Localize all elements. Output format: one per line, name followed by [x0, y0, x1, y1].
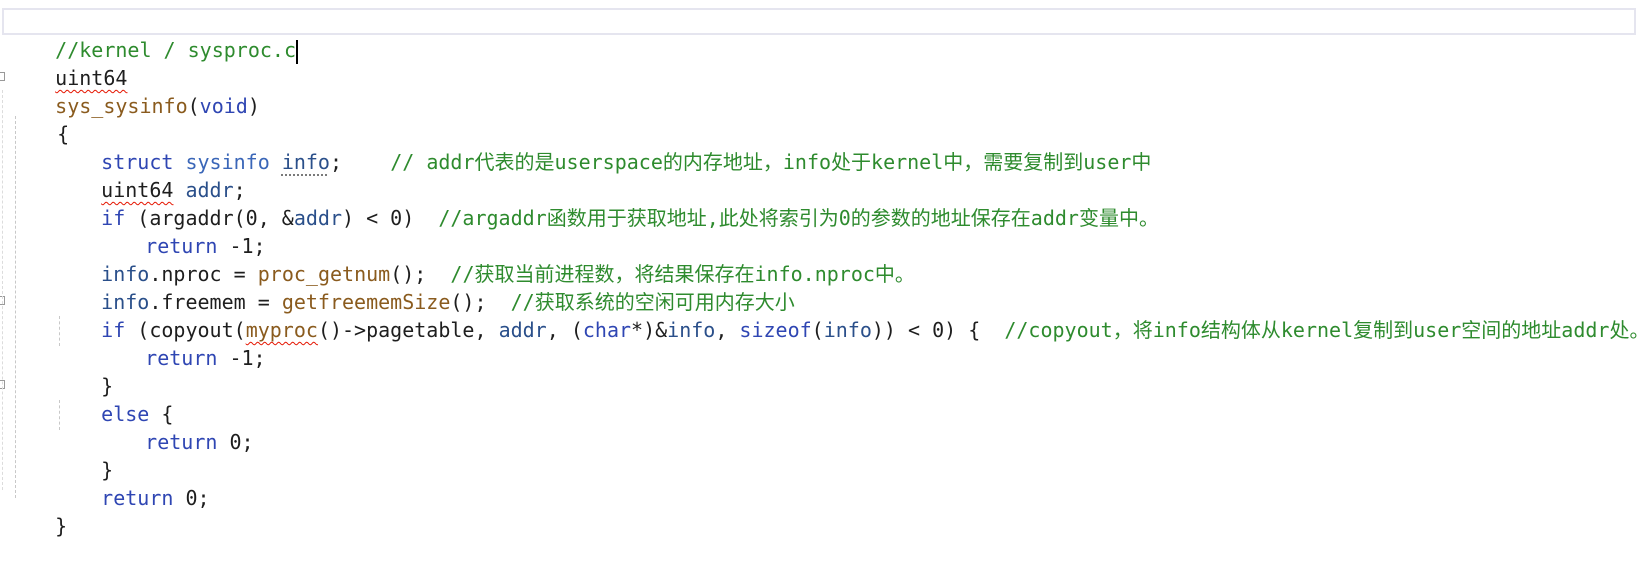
code-line-15[interactable]: return 0; — [97, 400, 253, 454]
keyword-sizeof: sizeof — [739, 318, 812, 342]
keyword-char: char — [582, 318, 632, 342]
keyword-return: return — [145, 346, 218, 370]
paren-close: ) — [247, 94, 260, 118]
text-caret — [296, 39, 298, 64]
code-line-13[interactable]: } — [53, 344, 113, 398]
brace-close-function: } — [55, 514, 68, 538]
code-line-2[interactable]: uint64 — [7, 36, 127, 90]
code-line-6[interactable]: uint64 addr; — [53, 148, 246, 202]
code-line-17[interactable]: return 0; — [53, 456, 209, 510]
code-line-11[interactable]: if (copyout(myproc()->pagetable, addr, (… — [53, 288, 1638, 342]
var-addr: addr — [498, 318, 547, 342]
code-editor[interactable]: //kernel / sysproc.c uint64 sys_sysinfo(… — [0, 0, 1638, 542]
code-line-7[interactable]: if (argaddr(0, &addr) < 0) //argaddr函数用于… — [53, 176, 1159, 230]
code-line-5[interactable]: struct sysinfo info; // addr代表的是userspac… — [53, 120, 1151, 174]
code-line-1[interactable]: //kernel / sysproc.c — [7, 8, 298, 64]
code-line-16[interactable]: } — [53, 428, 113, 482]
gutter-guide — [2, 90, 3, 490]
comment-argaddr: //argaddr函数用于获取地址,此处将索引为0的参数的地址保存在addr变量… — [438, 206, 1159, 230]
paren-open: ( — [187, 94, 200, 118]
return-value: 0; — [217, 430, 254, 454]
code-line-9[interactable]: info.nproc = proc_getnum(); //获取当前进程数，将结… — [53, 232, 915, 286]
fold-marker-function[interactable] — [0, 72, 5, 81]
paren-open: ( — [811, 318, 824, 342]
function-name: sys_sysinfo — [55, 94, 188, 118]
return-value: 0; — [173, 486, 210, 510]
keyword-return: return — [101, 486, 174, 510]
semicolon: ; — [329, 150, 343, 174]
var-info: info — [281, 150, 330, 174]
code-pointer-addr: *)& — [631, 318, 668, 342]
return-value: -1; — [217, 346, 266, 370]
code-compare: ) < 0) — [342, 206, 439, 230]
param-void: void — [199, 94, 248, 118]
code-cast-open: , ( — [546, 318, 583, 342]
comment-addr: // addr代表的是userspace的内存地址，info处于kernel中，… — [390, 150, 1152, 174]
code-line-14[interactable]: else { — [53, 372, 173, 426]
comma: , — [715, 318, 740, 342]
code-line-8[interactable]: return -1; — [97, 204, 265, 258]
code-line-3[interactable]: sys_sysinfo(void) — [7, 64, 260, 118]
code-line-10[interactable]: info.freemem = getfreememSize(); //获取系统的… — [53, 260, 795, 314]
code-line-12[interactable]: return -1; — [97, 316, 265, 370]
var-info: info — [667, 318, 716, 342]
code-line-4[interactable]: { — [9, 92, 69, 146]
code-line-18[interactable]: } — [7, 484, 67, 538]
comment-copyout: //copyout，将info结构体从kernel复制到user空间的地址add… — [1004, 318, 1638, 342]
var-addr: addr — [293, 206, 343, 230]
code-compare-brace: )) < 0) { — [871, 318, 1005, 342]
keyword-return: return — [145, 430, 218, 454]
code-pagetable: ()->pagetable, — [317, 318, 499, 342]
var-info: info — [823, 318, 872, 342]
